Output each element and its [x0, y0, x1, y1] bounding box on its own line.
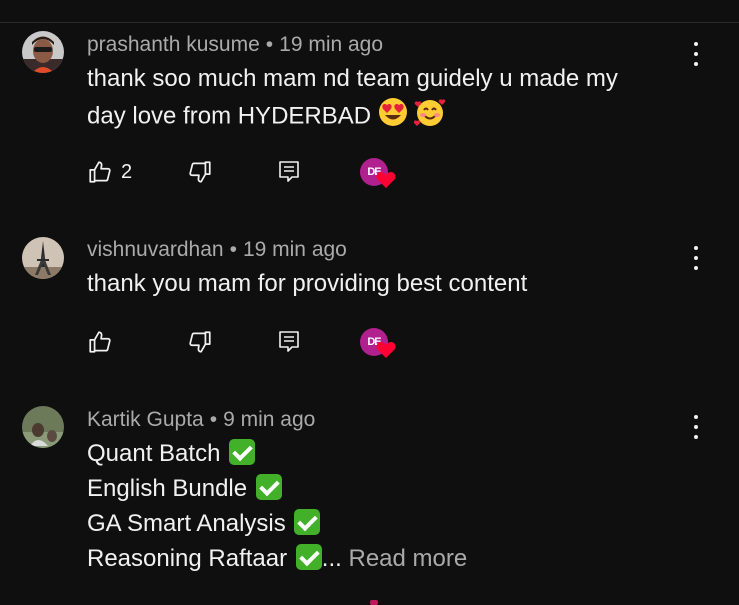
- comment-line: English Bundle: [87, 475, 248, 502]
- comment-line-with-check: English Bundle: [87, 471, 467, 506]
- reply-comment-icon: [279, 161, 299, 182]
- comment-line-with-check: GA Smart Analysis: [87, 506, 467, 541]
- comment-line: Quant Batch: [87, 440, 221, 467]
- comment-line: GA Smart Analysis: [87, 510, 286, 537]
- creator-heart-icon: [376, 342, 396, 358]
- comment-text: thank you mam for providing best content: [87, 266, 527, 301]
- comment-meta: prashanth kusume • 19 min ago: [87, 33, 384, 56]
- comment-meta: Kartik Gupta • 9 min ago: [87, 408, 316, 431]
- comment-line: thank soo much mam nd team guidely u mad…: [87, 65, 618, 92]
- check-mark-emoji-icon: [255, 474, 282, 500]
- comment-time[interactable]: 19 min ago: [279, 33, 383, 56]
- divider: [0, 22, 739, 23]
- comment-line-with-check: Quant Batch: [87, 436, 467, 471]
- avatar[interactable]: [22, 237, 64, 279]
- read-more-link[interactable]: Read more: [348, 545, 467, 572]
- check-mark-emoji-icon: [229, 439, 256, 465]
- dislike-button[interactable]: [187, 325, 213, 359]
- author-name[interactable]: prashanth kusume: [87, 33, 260, 56]
- check-mark-emoji-icon: [294, 509, 321, 535]
- more-vertical-icon[interactable]: [688, 38, 704, 72]
- comment-line: Reasoning Raftaar: [87, 545, 288, 572]
- thumbs-up-icon: [89, 331, 111, 353]
- comment-text: thank soo much mam nd team guidely u mad…: [87, 61, 618, 138]
- thumbs-down-icon: [189, 331, 211, 353]
- thumbs-up-icon: [89, 161, 111, 183]
- avatar[interactable]: [22, 31, 64, 73]
- comment-line-with-emoji: day love from HYDERBAD: [87, 96, 618, 138]
- creator-heart-icon: [376, 172, 396, 188]
- like-button[interactable]: [87, 325, 113, 359]
- author-name[interactable]: Kartik Gupta: [87, 408, 204, 431]
- reply-button[interactable]: [278, 155, 300, 189]
- creator-heart-badge: DE: [360, 158, 396, 192]
- more-vertical-icon[interactable]: [688, 411, 704, 445]
- avatar[interactable]: [22, 406, 64, 448]
- comment-meta: vishnuvardhan • 19 min ago: [87, 238, 347, 261]
- smiling-face-with-hearts-emoji-icon: [414, 96, 446, 138]
- comment-line: day love from HYDERBAD: [87, 102, 372, 130]
- check-mark-emoji-icon: [295, 544, 322, 570]
- comment-text: Quant Batch English Bundle GA Smart Anal…: [87, 436, 467, 576]
- creator-heart-badge: DE: [360, 328, 396, 362]
- comment-actions: DE: [0, 325, 739, 365]
- author-name[interactable]: vishnuvardhan: [87, 238, 224, 261]
- reply-button[interactable]: [278, 325, 300, 359]
- comment-time[interactable]: 9 min ago: [223, 408, 315, 431]
- comment-line-with-check: Reasoning Raftaar ... Read more: [87, 541, 467, 576]
- like-button[interactable]: 2: [87, 155, 132, 189]
- dislike-button[interactable]: [187, 155, 213, 189]
- reply-comment-icon: [279, 331, 299, 352]
- comment-time[interactable]: 19 min ago: [243, 238, 347, 261]
- thumbs-down-icon: [189, 161, 211, 183]
- like-count: 2: [121, 160, 133, 183]
- comment-line: thank you mam for providing best content: [87, 270, 528, 297]
- comment-actions: 2 DE: [0, 155, 739, 195]
- heart-eyes-emoji-icon: [378, 97, 408, 137]
- more-vertical-icon[interactable]: [688, 242, 704, 276]
- ellipsis: ...: [321, 545, 342, 572]
- next-comment-peek: [370, 600, 378, 605]
